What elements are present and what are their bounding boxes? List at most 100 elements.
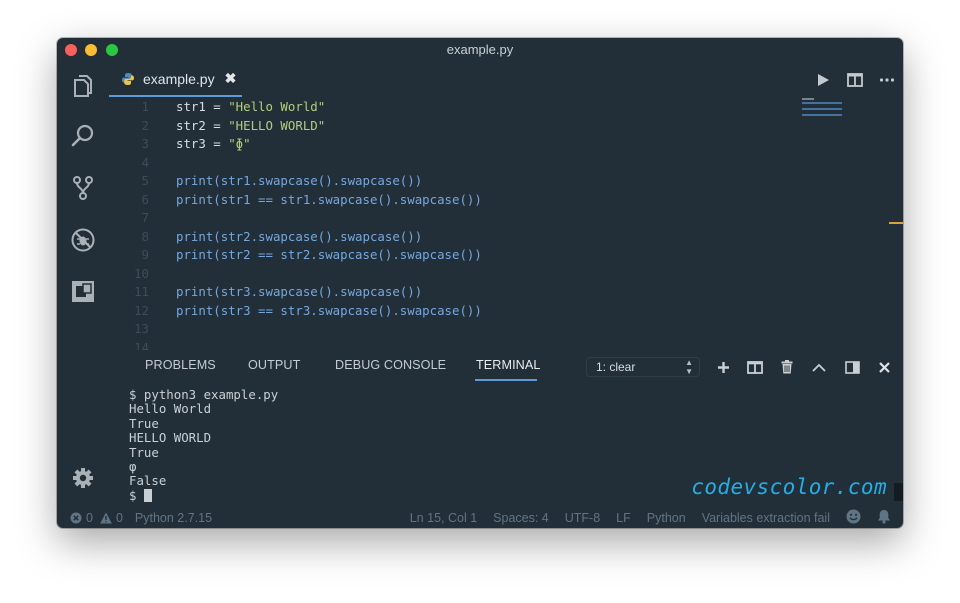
terminal-line: HELLO WORLD bbox=[129, 430, 212, 446]
terminal-line: True bbox=[129, 415, 159, 431]
tab-example-py[interactable]: example.py ✖ bbox=[109, 62, 242, 97]
tab-terminal[interactable]: TERMINAL bbox=[476, 358, 540, 372]
code-token: "HELLO WORLD" bbox=[228, 117, 326, 133]
line-code: print(str1.swapcase().swapcase()) bbox=[176, 172, 422, 191]
notifications-button[interactable] bbox=[877, 509, 891, 527]
code-line[interactable]: 9 print(str2 == str2.swapcase().swapcase(… bbox=[109, 246, 482, 265]
editor-tab-bar: example.py ✖ bbox=[109, 62, 903, 97]
explorer-button[interactable] bbox=[69, 72, 97, 100]
problems-status[interactable]: 0 0 bbox=[70, 507, 123, 528]
feedback-button[interactable] bbox=[846, 509, 861, 527]
terminal-prompt-line: $ bbox=[129, 487, 278, 503]
bottom-panel: PROBLEMS OUTPUT DEBUG CONSOLE TERMINAL 1… bbox=[109, 350, 903, 510]
tab-close-button[interactable]: ✖ bbox=[225, 70, 237, 87]
window-title: example.py bbox=[446, 42, 514, 57]
line-number: 10 bbox=[134, 265, 149, 281]
extensions-button[interactable] bbox=[69, 277, 97, 305]
debug-button[interactable] bbox=[69, 226, 97, 254]
toggle-panel-icon bbox=[844, 360, 860, 374]
code-token: str3 = bbox=[176, 136, 229, 151]
cursor-position[interactable]: Ln 15, Col 1 bbox=[410, 511, 477, 525]
line-code: str3 = "ɸ" bbox=[176, 135, 251, 154]
run-button[interactable] bbox=[807, 64, 839, 96]
activity-bar bbox=[57, 62, 109, 510]
terminal-line: True bbox=[129, 444, 159, 460]
line-number: 4 bbox=[141, 154, 149, 170]
code-line[interactable]: 4 bbox=[109, 154, 176, 173]
code-line[interactable]: 13 bbox=[109, 320, 176, 339]
smiley-icon bbox=[846, 509, 861, 523]
terminal-line: Hello World bbox=[129, 401, 212, 417]
run-icon bbox=[818, 73, 829, 86]
manage-settings-button[interactable] bbox=[69, 464, 97, 492]
line-code: print(str2 == str2.swapcase().swapcase()… bbox=[176, 246, 482, 265]
tab-debug-console[interactable]: DEBUG CONSOLE bbox=[335, 358, 446, 372]
watermark: codevscolor.com bbox=[691, 475, 887, 499]
code-token: print(str3 == str3.swapcase().swapcase()… bbox=[176, 302, 482, 318]
no-bug-icon bbox=[71, 228, 95, 252]
toggle-panel-position-button[interactable] bbox=[840, 355, 864, 379]
code-line[interactable]: 8 print(str2.swapcase().swapcase()) bbox=[109, 228, 423, 247]
minimap[interactable] bbox=[802, 97, 847, 127]
code-editor[interactable]: 1 str1 = "Hello World" 2 str2 = "HELLO WORL… bbox=[109, 97, 903, 350]
code-line[interactable]: 5 print(str1.swapcase().swapcase()) bbox=[109, 172, 423, 191]
source-control-icon bbox=[73, 176, 93, 200]
tab-output[interactable]: OUTPUT bbox=[248, 358, 300, 372]
split-terminal-icon bbox=[747, 360, 763, 374]
python-icon bbox=[122, 72, 134, 85]
end-of-line[interactable]: LF bbox=[616, 511, 631, 525]
maximize-panel-button[interactable] bbox=[807, 355, 831, 379]
code-line[interactable]: 12 print(str3 == str3.swapcase().swapcase… bbox=[109, 302, 482, 321]
split-editor-icon bbox=[847, 72, 863, 87]
code-line[interactable]: 11 print(str3.swapcase().swapcase()) bbox=[109, 283, 422, 302]
line-code: str2 = "HELLO WORLD" bbox=[176, 117, 325, 136]
code-token: print(str1.swapcase().swapcase()) bbox=[176, 173, 423, 188]
search-button[interactable] bbox=[69, 122, 97, 150]
language-mode[interactable]: Python bbox=[647, 511, 686, 525]
select-arrows-icon: ▲ ▼ bbox=[685, 358, 693, 376]
line-code: print(str3 == str3.swapcase().swapcase()… bbox=[176, 302, 482, 321]
new-terminal-button[interactable] bbox=[711, 355, 735, 379]
code-line[interactable]: 3 str3 = "ɸ" bbox=[109, 135, 251, 154]
add-icon bbox=[717, 361, 729, 373]
python-interpreter[interactable]: Python 2.7.15 bbox=[135, 511, 212, 525]
terminal-cursor bbox=[143, 488, 152, 502]
terminal-prompt: $ bbox=[129, 487, 144, 503]
trash-icon bbox=[781, 360, 793, 374]
line-number: 2 bbox=[141, 117, 149, 133]
line-code: str1 = "Hello World" bbox=[176, 98, 325, 117]
encoding[interactable]: UTF-8 bbox=[565, 511, 600, 525]
tab-label: example.py bbox=[143, 70, 215, 87]
code-token: "ɸ" bbox=[228, 136, 251, 151]
vscode-window: example.py example.py ✖ 1 str1 = "Hello … bbox=[57, 38, 903, 528]
terminal-line: False bbox=[129, 473, 167, 489]
close-panel-button[interactable] bbox=[872, 355, 896, 379]
line-code: print(str2.swapcase().swapcase()) bbox=[176, 228, 422, 247]
code-token: "Hello World" bbox=[228, 99, 326, 114]
code-token: str1 = bbox=[176, 99, 229, 114]
files-icon bbox=[74, 75, 92, 97]
kill-terminal-button[interactable] bbox=[775, 355, 799, 379]
terminal-scrollbar[interactable] bbox=[894, 483, 903, 501]
line-code: print(str3.swapcase().swapcase()) bbox=[176, 283, 422, 302]
code-line[interactable]: 6 print(str1 == str1.swapcase().swapcase(… bbox=[109, 191, 482, 210]
code-line[interactable]: 1 str1 = "Hello World" bbox=[109, 98, 326, 117]
code-line[interactable]: 10 bbox=[109, 265, 176, 284]
status-message[interactable]: Variables extraction fail bbox=[702, 511, 830, 525]
code-line[interactable]: 2 str2 = "HELLO WORLD" bbox=[109, 117, 326, 136]
indentation[interactable]: Spaces: 4 bbox=[493, 511, 549, 525]
split-editor-button[interactable] bbox=[839, 64, 871, 96]
search-icon bbox=[71, 124, 94, 147]
tab-problems[interactable]: PROBLEMS bbox=[145, 358, 216, 372]
terminal-output[interactable]: $ python3 example.py Hello World True HELLO… bbox=[129, 387, 278, 503]
code-line[interactable]: 14 bbox=[109, 339, 176, 351]
code-token: str2 = bbox=[176, 117, 229, 133]
error-icon bbox=[70, 512, 82, 523]
source-control-button[interactable] bbox=[69, 174, 97, 202]
split-terminal-button[interactable] bbox=[743, 355, 767, 379]
code-line[interactable]: 7 bbox=[109, 209, 176, 228]
editor-actions bbox=[807, 62, 903, 97]
line-number: 6 bbox=[141, 191, 149, 207]
more-actions-button[interactable] bbox=[871, 64, 903, 96]
terminal-select[interactable]: 1: clear ▲ ▼ bbox=[586, 357, 700, 377]
